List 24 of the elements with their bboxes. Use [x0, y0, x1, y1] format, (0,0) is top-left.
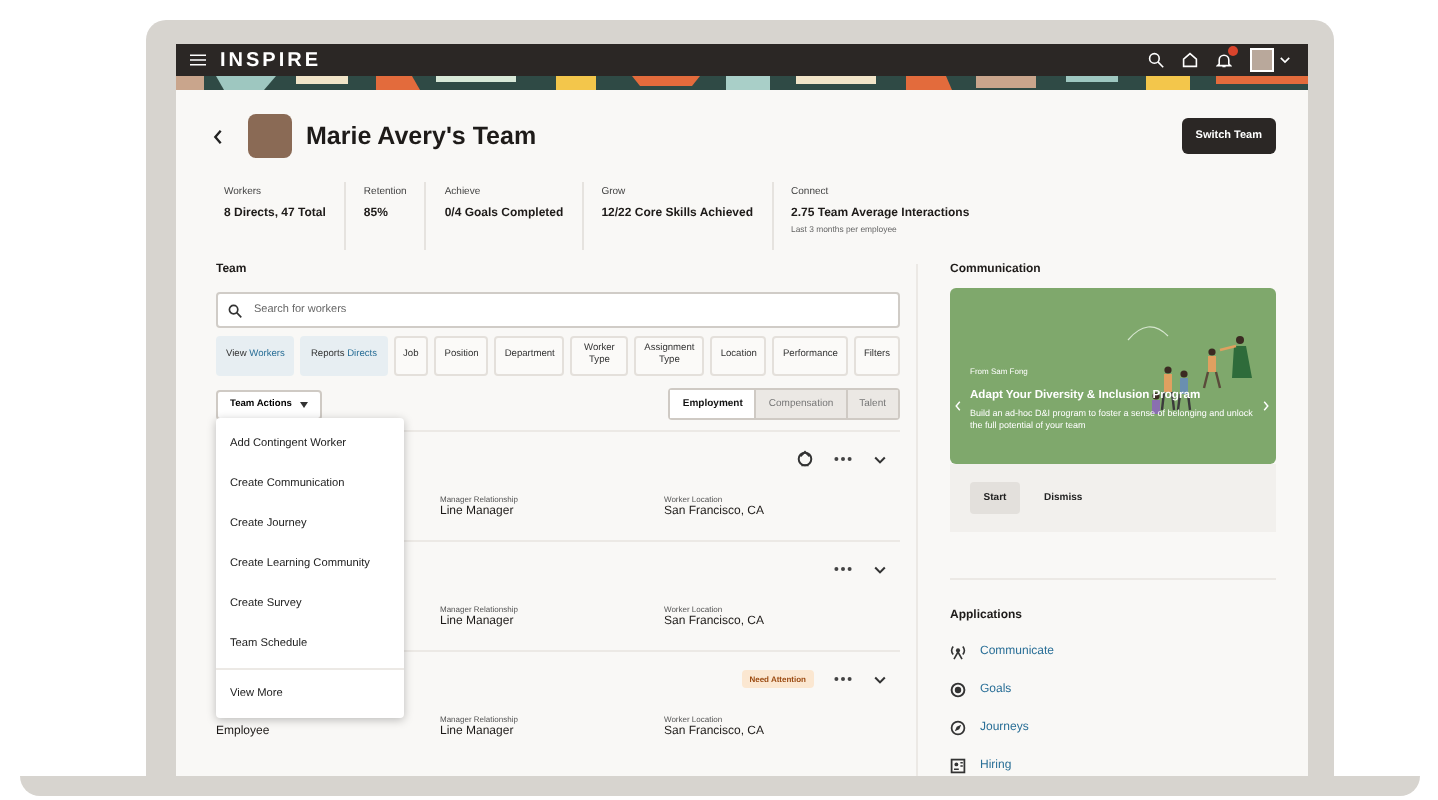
brand-logo: INSPIRE [220, 49, 322, 71]
person-avatar [248, 114, 292, 158]
id-card-icon [950, 757, 966, 773]
compass-icon [950, 719, 966, 735]
search-icon[interactable] [1148, 52, 1164, 68]
chevron-right-icon[interactable] [1262, 400, 1270, 412]
broadcast-icon [950, 643, 966, 659]
back-chevron-icon[interactable] [212, 127, 224, 145]
target-icon [950, 681, 966, 697]
more-options-icon[interactable] [834, 456, 852, 462]
expand-chevron-icon[interactable] [872, 561, 888, 577]
expand-chevron-icon[interactable] [872, 671, 888, 687]
chevron-left-icon[interactable] [954, 400, 962, 412]
caret-icon [299, 401, 308, 407]
notification-bell-icon[interactable] [1216, 52, 1232, 68]
more-options-icon[interactable] [834, 676, 852, 682]
menu-icon[interactable] [190, 52, 206, 68]
more-options-icon[interactable] [834, 566, 852, 572]
page-title: Marie Avery's Team [306, 122, 537, 150]
expand-chevron-icon[interactable] [872, 451, 888, 467]
home-icon[interactable] [1182, 52, 1198, 68]
notification-badge [1228, 46, 1238, 56]
search-icon [228, 303, 242, 317]
chevron-down-icon[interactable] [1278, 52, 1292, 68]
